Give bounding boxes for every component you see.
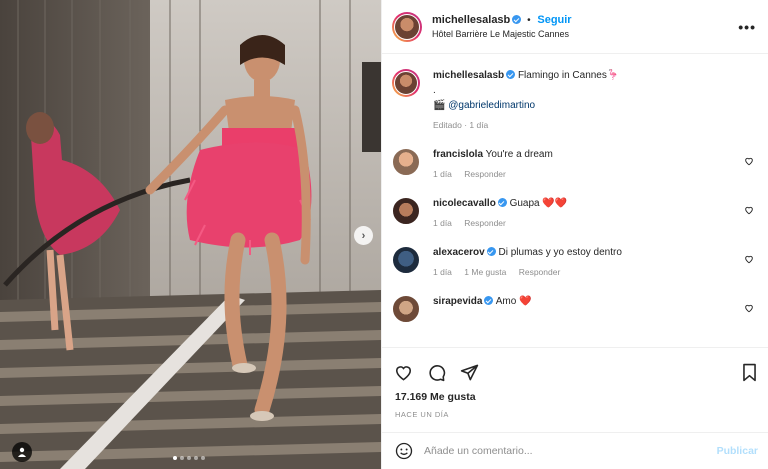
comment-text: sirapevida Amo ❤️ — [433, 295, 736, 308]
verified-badge-icon — [512, 15, 522, 24]
carousel-dot — [173, 456, 177, 460]
comment-item: francislola You're a dream 1 día Respond… — [392, 148, 758, 179]
chevron-right-icon: › — [361, 229, 366, 242]
action-bar — [382, 348, 768, 386]
instagram-post-modal: › michellesalasb • Seguir Hôtel Barrière… — [0, 0, 768, 469]
more-options-button[interactable]: ••• — [738, 19, 756, 35]
caption-dot-line: . — [433, 85, 436, 96]
author-username[interactable]: michellesalasb — [432, 14, 510, 26]
caption-meta: Editado · 1 día — [433, 120, 489, 130]
comment-text: alexacerov Di plumas y yo estoy dentro — [433, 246, 736, 259]
verified-badge-icon — [484, 296, 494, 305]
author-info: michellesalasb • Seguir Hôtel Barrière L… — [432, 14, 738, 39]
carousel-dot — [187, 456, 191, 460]
comment-likes[interactable]: 1 Me gusta — [464, 267, 506, 277]
publish-button[interactable]: Publicar — [717, 445, 758, 457]
caption-body: Flamingo in Cannes — [517, 70, 607, 81]
separator-dot: • — [527, 15, 531, 26]
hearts-emoji: ❤️❤️ — [542, 198, 568, 209]
commenter-username[interactable]: sirapevida — [433, 296, 482, 307]
carousel-dot — [201, 456, 205, 460]
save-bookmark-icon[interactable] — [741, 363, 758, 382]
post-actions: 17.169 Me gusta HACE UN DÍA Publicar — [382, 347, 768, 469]
comment-meta: 1 día 1 Me gusta Responder — [433, 267, 736, 277]
share-paper-plane-icon[interactable] — [460, 363, 479, 382]
reply-button[interactable]: Responder — [464, 169, 506, 179]
comment-time: 1 día — [433, 218, 452, 228]
comment-meta: 1 día Responder — [433, 169, 736, 179]
post-photo[interactable]: › — [0, 0, 381, 469]
emoji-smiley-icon[interactable] — [395, 442, 413, 460]
comment-body: Amo — [495, 296, 517, 307]
comment-text: nicolecavallo Guapa ❤️❤️ — [433, 197, 736, 210]
comment-body: Di plumas y yo estoy dentro — [498, 247, 622, 258]
heart-emoji: ❤️ — [519, 296, 532, 307]
comment-composer: Publicar — [382, 432, 768, 469]
like-comment-heart-icon[interactable] — [744, 303, 754, 313]
comment-time: 1 día — [433, 267, 452, 277]
caption: michellesalasb Flamingo in Cannes🦩 . 🎬 @… — [392, 69, 758, 130]
post-location[interactable]: Hôtel Barrière Le Majestic Cannes — [432, 29, 738, 39]
clapper-emoji: 🎬 — [433, 100, 446, 111]
reply-button[interactable]: Responder — [519, 267, 561, 277]
photo-illustration — [0, 0, 381, 469]
post-header: michellesalasb • Seguir Hôtel Barrière L… — [382, 0, 768, 54]
carousel-dot — [194, 456, 198, 460]
comment-input[interactable] — [424, 445, 717, 457]
comment-text: francislola You're a dream — [433, 148, 736, 161]
author-avatar[interactable] — [392, 69, 420, 97]
commenter-avatar[interactable] — [392, 246, 420, 274]
likes-count[interactable]: 17.169 Me gusta — [382, 386, 768, 403]
comment-body: Guapa — [509, 198, 540, 209]
commenter-username[interactable]: alexacerov — [433, 247, 485, 258]
carousel-dot — [180, 456, 184, 460]
comment-item: sirapevida Amo ❤️ — [392, 295, 758, 323]
verified-badge-icon — [486, 247, 496, 256]
verified-badge-icon — [506, 70, 516, 79]
commenter-username[interactable]: francislola — [433, 149, 483, 160]
mention-link[interactable]: @gabrieledimartino — [448, 100, 535, 111]
comment-meta: 1 día Responder — [433, 218, 736, 228]
caption-mention-line: 🎬 @gabrieledimartino — [433, 99, 736, 112]
person-icon — [18, 447, 26, 457]
flamingo-emoji: 🦩 — [606, 70, 620, 81]
comment-item: nicolecavallo Guapa ❤️❤️ 1 día Responder — [392, 197, 758, 228]
author-avatar[interactable] — [392, 11, 422, 42]
comments-list[interactable]: michellesalasb Flamingo in Cannes🦩 . 🎬 @… — [382, 55, 768, 345]
verified-badge-icon — [497, 198, 507, 207]
commenter-avatar[interactable] — [392, 295, 420, 323]
comment-time: 1 día — [433, 169, 452, 179]
like-heart-icon[interactable] — [394, 363, 413, 382]
reply-button[interactable]: Responder — [464, 218, 506, 228]
caption-username[interactable]: michellesalasb — [433, 70, 504, 81]
post-side-panel: michellesalasb • Seguir Hôtel Barrière L… — [381, 0, 768, 469]
comment-bubble-icon[interactable] — [427, 363, 446, 382]
next-slide-button[interactable]: › — [354, 226, 373, 245]
tagged-users-button[interactable] — [12, 442, 32, 462]
commenter-avatar[interactable] — [392, 148, 420, 176]
like-comment-heart-icon[interactable] — [744, 254, 754, 264]
commenter-avatar[interactable] — [392, 197, 420, 225]
carousel-indicator — [173, 456, 205, 460]
follow-button[interactable]: Seguir — [537, 14, 571, 26]
like-comment-heart-icon[interactable] — [744, 156, 754, 166]
post-time-ago: HACE UN DÍA — [395, 410, 449, 419]
comment-item: alexacerov Di plumas y yo estoy dentro 1… — [392, 246, 758, 277]
like-comment-heart-icon[interactable] — [744, 205, 754, 215]
caption-text: michellesalasb Flamingo in Cannes🦩 — [433, 69, 736, 82]
comment-body: You're a dream — [485, 149, 553, 160]
commenter-username[interactable]: nicolecavallo — [433, 198, 496, 209]
